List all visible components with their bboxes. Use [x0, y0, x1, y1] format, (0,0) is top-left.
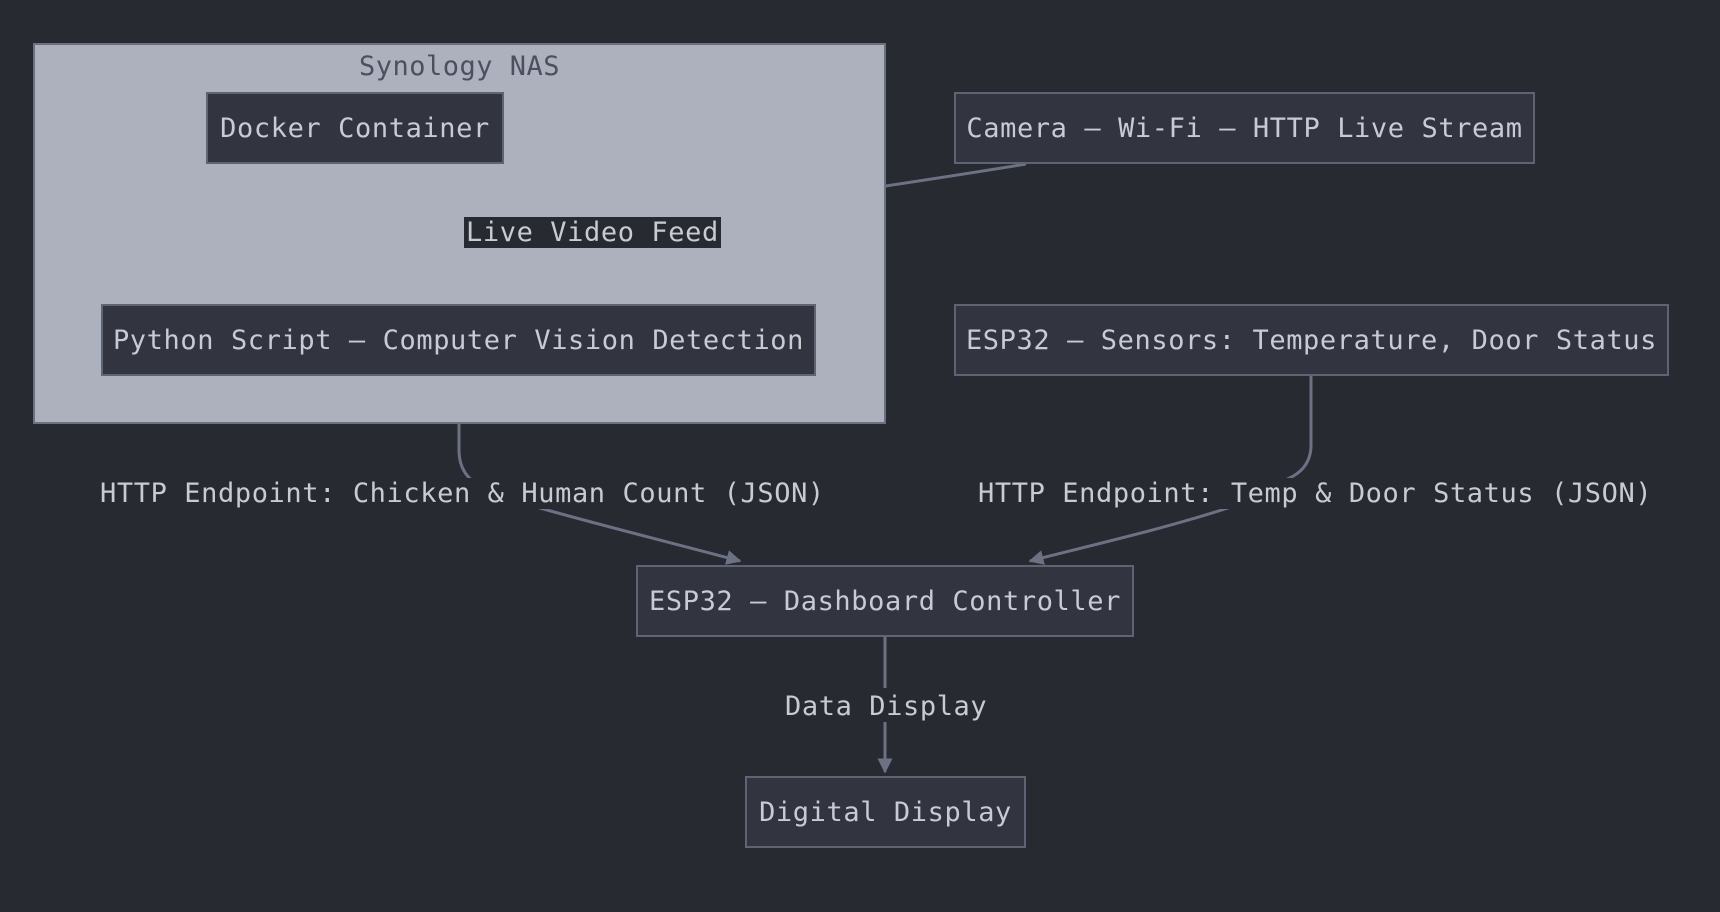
node-esp32-dashboard[interactable]: ESP32 – Dashboard Controller	[636, 565, 1134, 637]
node-camera[interactable]: Camera – Wi-Fi – HTTP Live Stream	[954, 92, 1535, 164]
diagram-canvas: Synology NAS Docker Container Python Scr…	[0, 0, 1720, 912]
node-digital-display[interactable]: Digital Display	[745, 776, 1026, 848]
node-esp32-sensors[interactable]: ESP32 – Sensors: Temperature, Door Statu…	[954, 304, 1669, 376]
cluster-title: Synology NAS	[358, 51, 561, 82]
node-python-script[interactable]: Python Script – Computer Vision Detectio…	[101, 304, 816, 376]
edge-label-chicken-count: HTTP Endpoint: Chicken & Human Count (JS…	[98, 478, 827, 509]
edge-sensors-to-dashboard	[1028, 376, 1313, 565]
node-docker-container[interactable]: Docker Container	[206, 92, 504, 164]
edge-label-temp-door: HTTP Endpoint: Temp & Door Status (JSON)	[976, 478, 1655, 509]
edge-label-live-video-feed: Live Video Feed	[464, 217, 721, 248]
edge-label-data-display: Data Display	[783, 691, 990, 722]
